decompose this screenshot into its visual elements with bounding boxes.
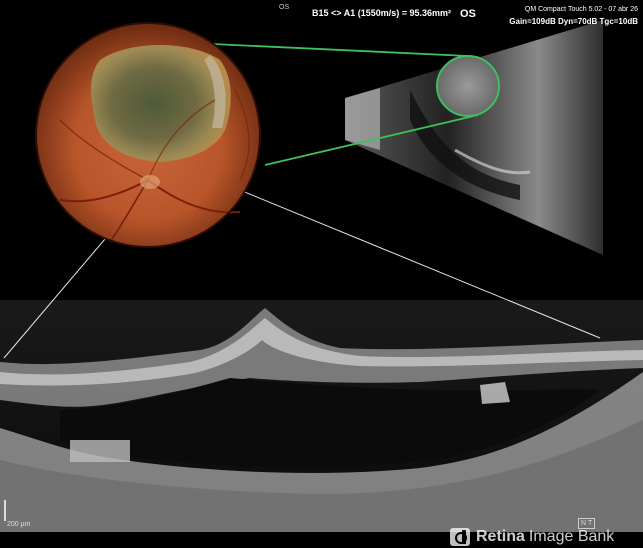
laterality-label: OS bbox=[460, 8, 476, 20]
oct-scan bbox=[0, 300, 643, 532]
retina-image-bank-logo-icon bbox=[450, 528, 470, 546]
fundus-photo bbox=[35, 22, 261, 248]
composite-figure: OS B15 <> A1 (1550m/s) = 95.36mm² OS QM … bbox=[0, 0, 643, 548]
watermark-suffix: Image Bank bbox=[528, 528, 615, 545]
area-measurement: B15 <> A1 (1550m/s) = 95.36mm² bbox=[312, 8, 451, 18]
retina-image-bank-watermark: Retina Image Bank bbox=[450, 527, 614, 547]
watermark-name: Retina bbox=[476, 528, 525, 545]
image-scene bbox=[0, 20, 643, 532]
laterality-label-small: OS bbox=[279, 4, 290, 11]
ultrasound-settings: Gain=109dB Dyn=70dB Tgc=10dB bbox=[509, 17, 638, 26]
device-info: QM Compact Touch 5.02 - 07 abr 26 bbox=[524, 6, 638, 13]
scale-bar-label: 200 µm bbox=[7, 521, 31, 528]
